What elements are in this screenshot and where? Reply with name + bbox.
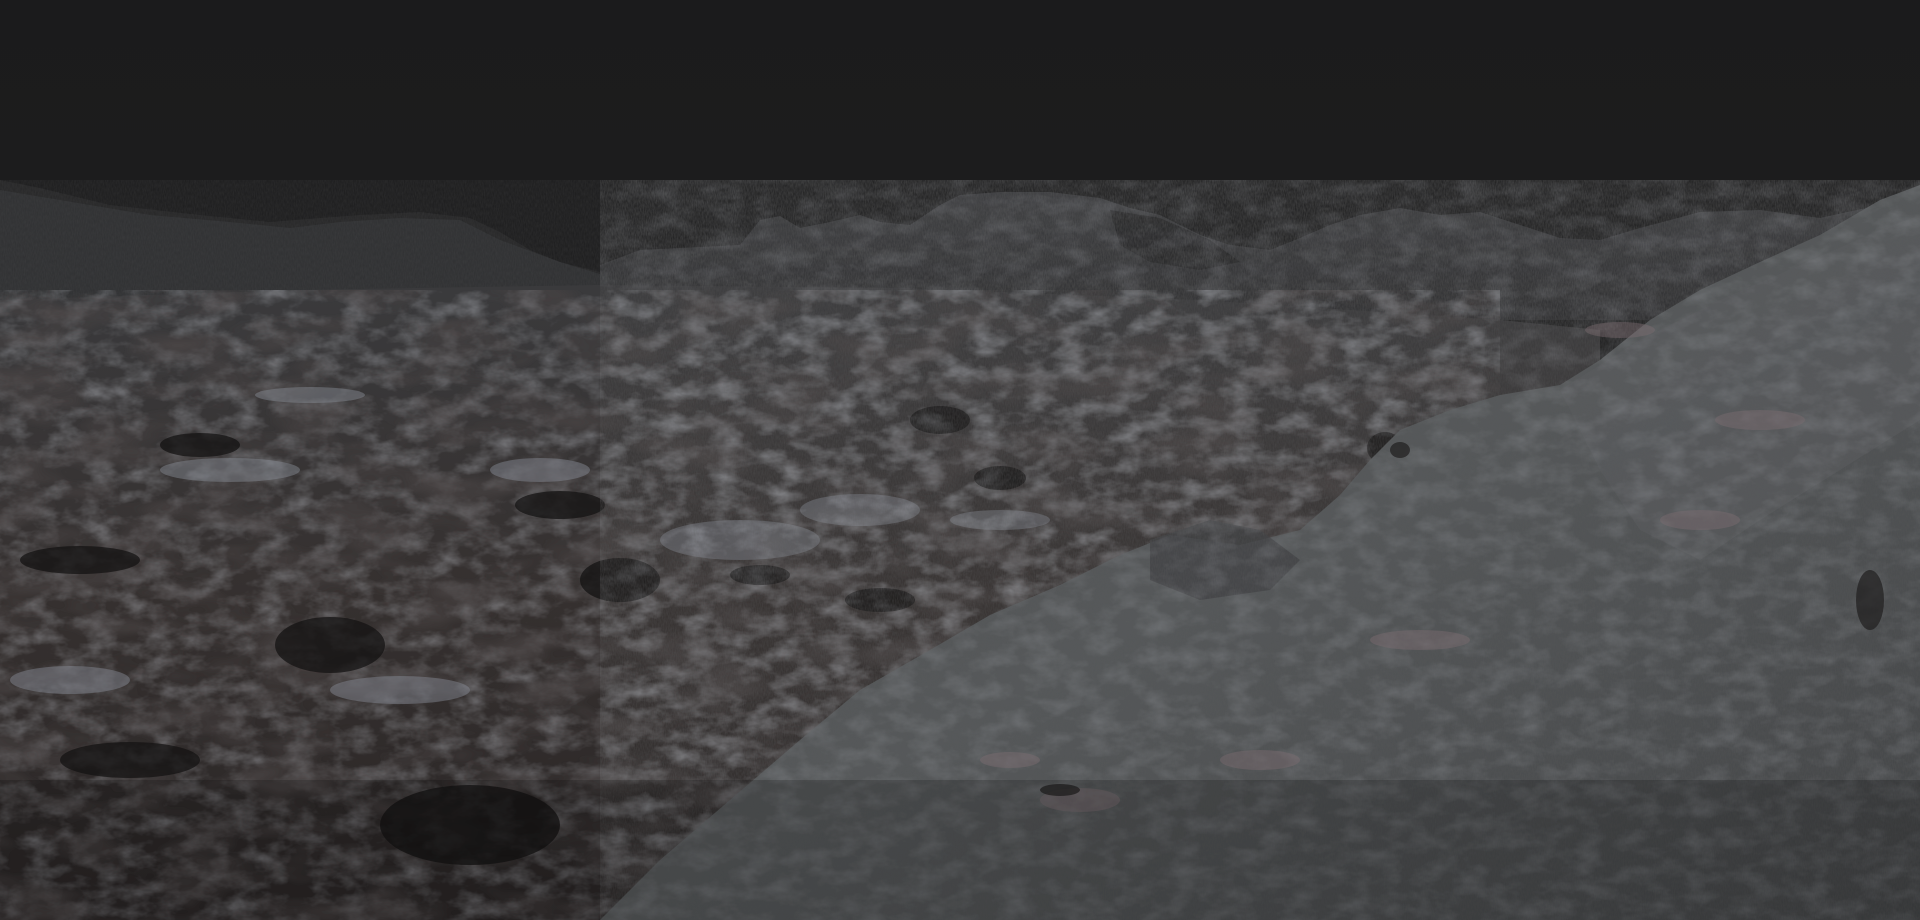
foreground-shade <box>0 780 1920 920</box>
terrain-render <box>0 0 1920 920</box>
